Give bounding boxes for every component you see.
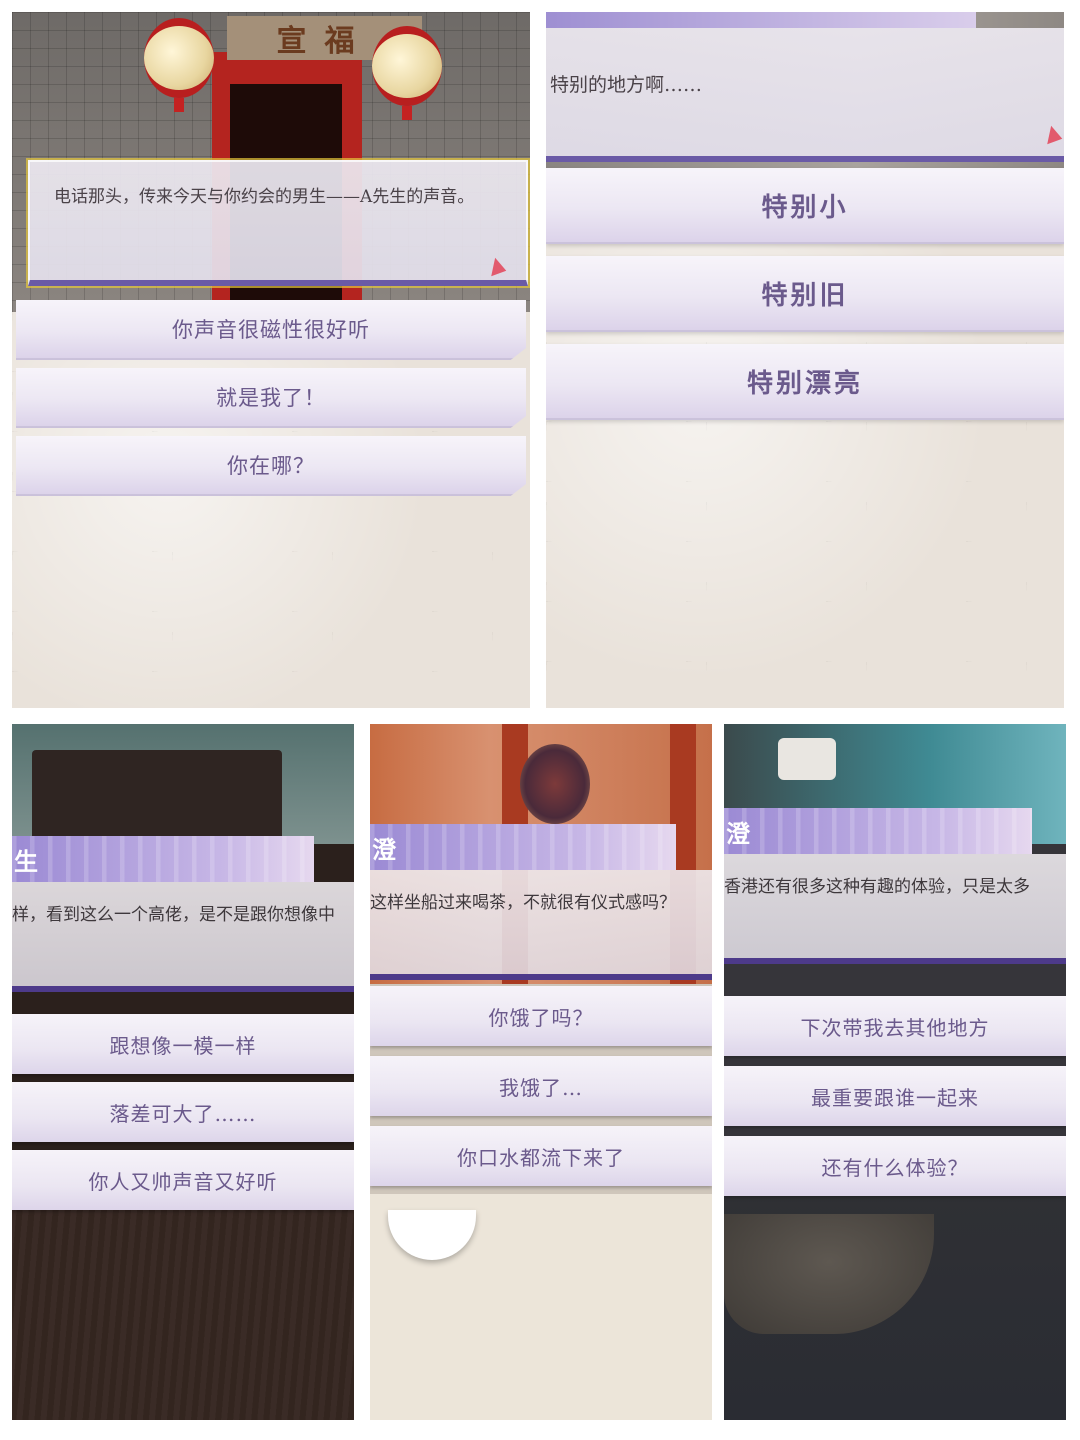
choice-button-3[interactable]: 你在哪？	[16, 436, 526, 496]
screenshot-panel-2: 特别的地方啊…… 特别小 特别旧 特别漂亮	[546, 12, 1064, 708]
dialog-box[interactable]: 特别的地方啊……	[546, 28, 1064, 162]
next-arrow-icon[interactable]	[485, 255, 507, 277]
screenshot-panel-3: 生 样，看到这么一个高佬，是不是跟你想像中 跟想像一模一样 落差可大了…… 你人…	[12, 724, 354, 1420]
choice-label: 你口水都流下来了	[457, 1145, 625, 1170]
choice-button-2[interactable]: 落差可大了……	[12, 1082, 354, 1142]
choice-button-1[interactable]: 你饿了吗？	[370, 986, 712, 1046]
screenshot-panel-4: 澄 这样坐船过来喝茶，不就很有仪式感吗？ 你饿了吗？ 我饿了… 你口水都流下来了	[370, 724, 712, 1420]
choice-label: 我饿了…	[499, 1075, 583, 1100]
choice-label: 你饿了吗？	[488, 1005, 594, 1030]
wall-medallion	[520, 744, 590, 824]
wooden-table	[12, 1194, 354, 1420]
choice-button-3[interactable]: 特别漂亮	[546, 344, 1064, 420]
dialog-text: 电话那头，传来今天与你约会的男生——A先生的声音。	[54, 187, 475, 207]
choice-button-1[interactable]: 跟想像一模一样	[12, 1014, 354, 1074]
choice-button-3[interactable]: 你口水都流下来了	[370, 1126, 712, 1186]
speaker-name: 澄	[726, 818, 750, 848]
choice-button-1[interactable]: 下次带我去其他地方	[724, 996, 1066, 1056]
dialog-box[interactable]: 这样坐船过来喝茶，不就很有仪式感吗？	[370, 870, 712, 980]
choice-label: 最重要跟谁一起来	[811, 1085, 979, 1110]
dialog-text: 特别的地方啊……	[550, 74, 703, 96]
choice-label: 特别旧	[761, 280, 849, 311]
dialog-text: 香港还有很多这种有趣的体验，只是太多	[724, 877, 1030, 897]
speaker-name-bar: 生	[12, 836, 314, 882]
dialog-box[interactable]: 样，看到这么一个高佬，是不是跟你想像中	[12, 882, 354, 992]
choice-label: 你人又帅声音又好听	[88, 1169, 278, 1194]
choice-label: 落差可大了……	[109, 1101, 257, 1126]
choice-button-3[interactable]: 还有什么体验？	[724, 1136, 1066, 1196]
choice-button-2[interactable]: 我饿了…	[370, 1056, 712, 1116]
choice-button-3[interactable]: 你人又帅声音又好听	[12, 1150, 354, 1210]
choice-button-2[interactable]: 特别旧	[546, 256, 1064, 332]
choice-button-1[interactable]: 你声音很磁性很好听	[16, 300, 526, 360]
choice-label: 你声音很磁性很好听	[172, 318, 370, 342]
dialog-text: 样，看到这么一个高佬，是不是跟你想像中	[12, 905, 335, 925]
cooking-pot	[778, 738, 836, 780]
dialog-box[interactable]: 电话那头，传来今天与你约会的男生——A先生的声音。	[28, 160, 528, 286]
choice-label: 就是我了！	[216, 386, 326, 410]
lantern-icon	[372, 26, 442, 120]
lantern-icon	[144, 18, 214, 112]
choice-label: 下次带我去其他地方	[800, 1015, 990, 1040]
name-bar	[546, 12, 976, 28]
speaker-name-bar: 澄	[370, 824, 676, 870]
next-arrow-icon[interactable]	[1041, 123, 1063, 145]
dialog-text: 这样坐船过来喝茶，不就很有仪式感吗？	[370, 893, 676, 913]
dialog-box[interactable]: 香港还有很多这种有趣的体验，只是太多	[724, 854, 1066, 964]
choice-label: 你在哪？	[227, 454, 315, 478]
speaker-name-bar: 澄	[724, 808, 1032, 854]
screenshot-panel-5: 澄 香港还有很多这种有趣的体验，只是太多 下次带我去其他地方 最重要跟谁一起来 …	[724, 724, 1066, 1420]
screenshot-panel-1: 宣福 电话那头，传来今天与你约会的男生——A先生的声音。 你声音很磁性很好听 就…	[12, 12, 530, 708]
choice-button-2[interactable]: 最重要跟谁一起来	[724, 1066, 1066, 1126]
choice-label: 特别小	[761, 192, 849, 223]
speaker-name: 生	[14, 846, 38, 876]
choice-button-2[interactable]: 就是我了！	[16, 368, 526, 428]
choice-button-1[interactable]: 特别小	[546, 168, 1064, 244]
choice-label: 还有什么体验？	[821, 1155, 969, 1180]
choice-label: 跟想像一模一样	[109, 1033, 257, 1058]
speaker-name: 澄	[372, 834, 396, 864]
choice-label: 特别漂亮	[746, 368, 863, 399]
